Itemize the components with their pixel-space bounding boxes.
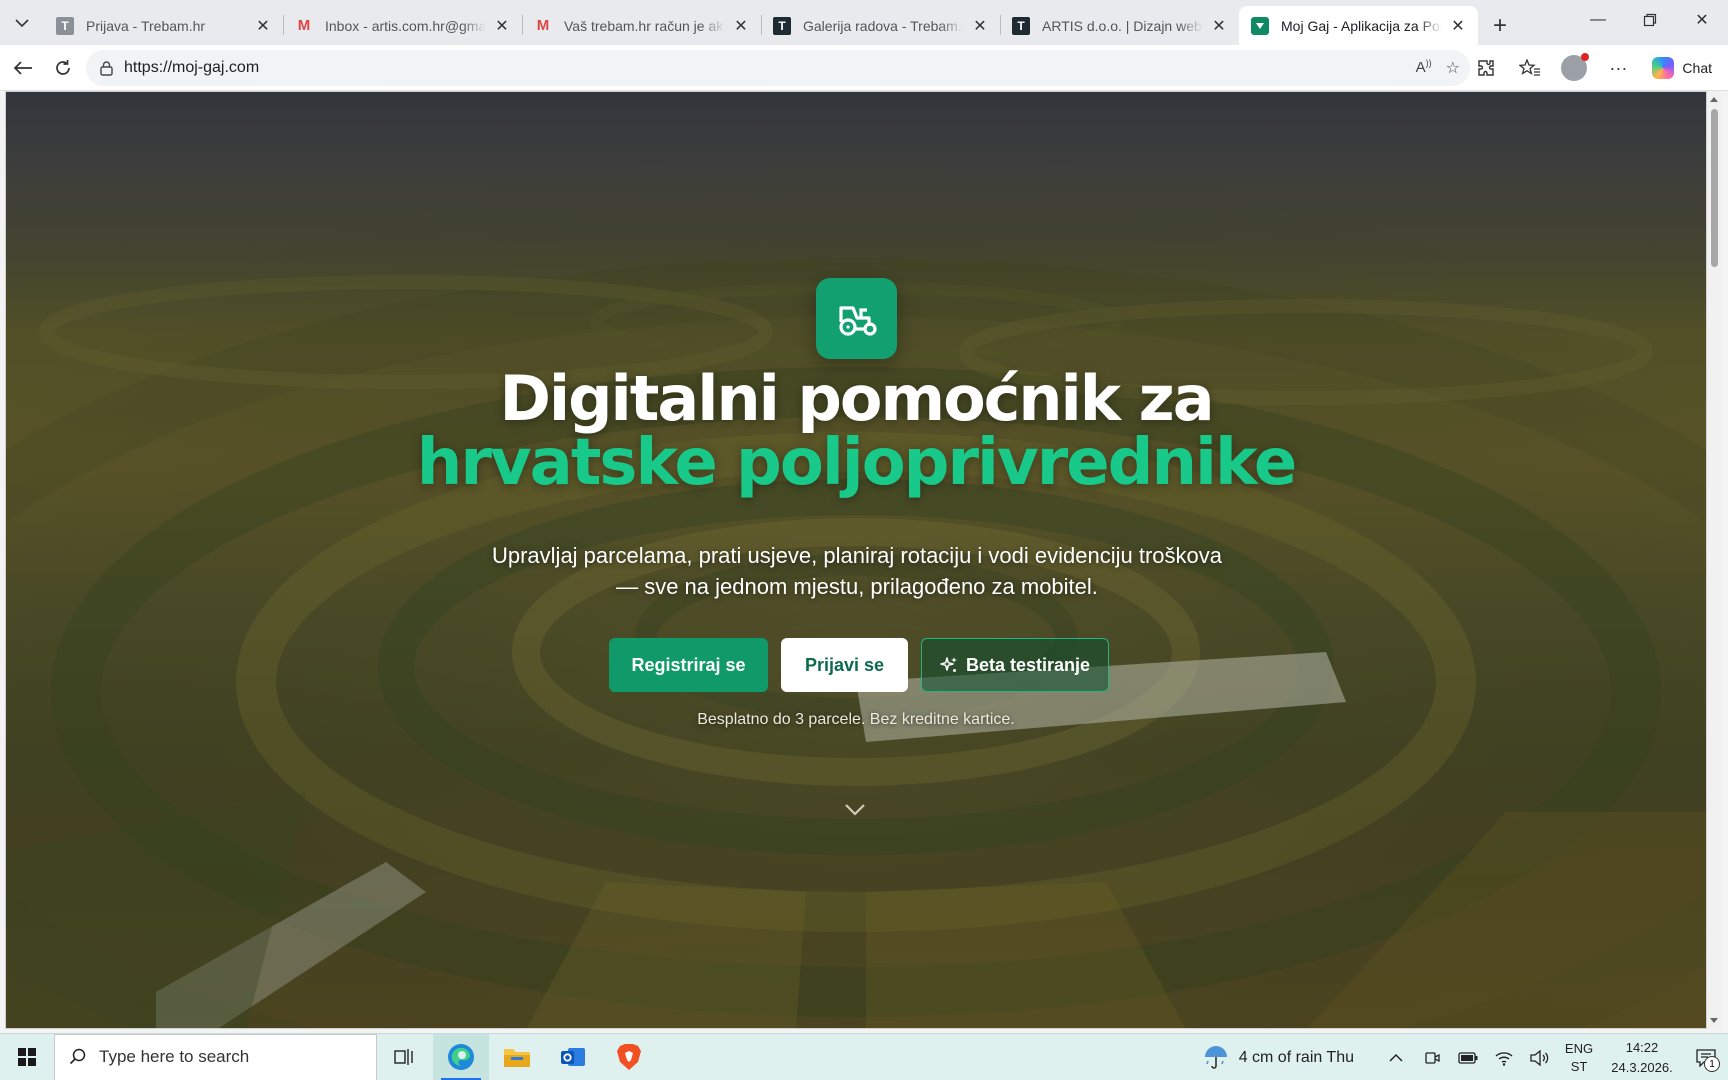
hero-subtitle: Upravljaj parcelama, prati usjeve, plani… [436,540,1278,602]
scroll-down-chevron-icon[interactable] [840,799,870,819]
browser-tab[interactable]: T Prijava - Trebam.hr ✕ [44,6,283,45]
sparkles-icon [940,657,957,672]
beta-testing-button[interactable]: Beta testiranje [921,638,1109,692]
battery-icon[interactable] [1450,1034,1486,1080]
scroll-down-arrow-icon[interactable] [1710,1018,1718,1023]
mojgaj-icon [1251,16,1269,35]
new-tab-button[interactable]: + [1478,6,1522,45]
chevron-down-icon [15,18,29,27]
profile-button[interactable] [1554,50,1594,86]
browser-tab[interactable]: M Inbox - artis.com.hr@gmail.com ✕ [283,6,522,45]
login-button[interactable]: Prijavi se [781,638,908,692]
edge-taskbar-icon[interactable] [433,1033,489,1080]
scroll-up-arrow-icon[interactable] [1710,97,1718,102]
meet-now-icon[interactable] [1414,1034,1450,1080]
favorites-icon[interactable] [1510,50,1550,86]
avatar [1561,53,1590,81]
register-button[interactable]: Registriraj se [609,638,768,692]
refresh-button[interactable] [43,50,83,86]
search-icon [69,1048,86,1065]
chat-label: Chat [1682,60,1712,76]
trebam-icon: T [1012,16,1030,35]
close-icon[interactable]: ✕ [970,16,990,36]
scrollbar-thumb[interactable] [1711,109,1718,267]
gmail-icon: M [297,17,311,34]
volume-icon[interactable] [1522,1034,1558,1080]
taskbar-search-box[interactable]: Type here to search [54,1033,377,1080]
tab-title: Vaš trebam.hr račun je aktiviran [564,17,725,34]
close-icon[interactable]: ✕ [1448,16,1468,36]
lock-icon[interactable] [96,58,116,78]
refresh-icon [56,59,70,75]
task-view-icon[interactable] [377,1034,433,1080]
tractor-logo-icon [816,278,897,359]
copilot-chat-button[interactable]: Chat [1642,51,1722,85]
back-arrow-icon [13,60,32,75]
browser-tab-active[interactable]: Moj Gaj - Aplikacija za Poljoprivrednike… [1239,6,1478,45]
extensions-icon[interactable] [1466,50,1506,86]
rain-umbrella-icon [1204,1045,1227,1069]
page-viewport: Digitalni pomoćnik za hrvatske poljopriv… [5,91,1707,1029]
free-tier-note: Besplatno do 3 parcele. Bez kreditne kar… [697,711,1015,728]
hero-section: Digitalni pomoćnik za hrvatske poljopriv… [6,92,1706,1028]
browser-tab[interactable]: M Vaš trebam.hr račun je aktiviran ✕ [522,6,761,45]
beta-testing-label: Beta testiranje [965,654,1091,675]
favorite-star-icon[interactable]: ☆ [1446,58,1460,78]
address-bar[interactable]: https://moj-gaj.com A)) ☆ [86,50,1470,86]
brave-browser-icon[interactable] [601,1034,657,1080]
read-aloud-icon[interactable]: A)) [1416,58,1432,78]
tab-title: Inbox - artis.com.hr@gmail.com [325,17,486,34]
clock[interactable]: 14:22 24.3.2026. [1600,1038,1684,1078]
input-language-indicator[interactable]: ENG ST [1558,1040,1600,1076]
tab-title: ARTIS d.o.o. | Dizajn web stranica [1042,17,1203,34]
close-icon[interactable]: ✕ [253,16,273,36]
notification-center-button[interactable]: 1 [1684,1034,1728,1080]
hero-headline-accent: hrvatske poljoprivrednike [416,426,1297,500]
back-button[interactable] [3,50,43,86]
tab-actions-menu-button[interactable] [0,0,44,45]
browser-toolbar: https://moj-gaj.com A)) ☆ ··· Chat [0,45,1728,91]
windows-logo-icon [18,1048,36,1066]
hero-subtitle-line: Upravljaj parcelama, prati usjeve, plani… [491,543,1222,568]
close-icon[interactable]: ✕ [492,16,512,36]
wifi-icon[interactable] [1486,1034,1522,1080]
file-explorer-icon[interactable] [489,1034,545,1080]
notification-count-badge: 1 [1704,1056,1720,1072]
language-code: ENG [1564,1040,1594,1056]
search-placeholder: Type here to search [99,1047,250,1066]
close-window-button[interactable]: ✕ [1676,0,1728,40]
copilot-icon [1652,57,1675,79]
page-scrollbar[interactable] [1707,91,1721,1029]
url-text[interactable]: https://moj-gaj.com [124,59,1416,77]
windows-taskbar: Type here to search 4 cm of rain Thu ENG… [0,1033,1728,1080]
system-tray: 4 cm of rain Thu ENG ST 14:22 24.3.2026.… [1203,1034,1728,1080]
restore-icon [1643,13,1657,27]
weather-widget[interactable]: 4 cm of rain Thu [1203,1045,1354,1071]
browser-tab[interactable]: T Galerija radova - Trebam.hr ✕ [761,6,1000,45]
weather-text: 4 cm of rain Thu [1238,1048,1354,1066]
tab-strip: T Prijava - Trebam.hr ✕ M Inbox - artis.… [0,0,1728,45]
trebam-icon: T [56,16,74,35]
clock-time: 14:22 [1625,1039,1659,1055]
restore-button[interactable] [1624,0,1676,40]
show-hidden-icons-chevron-up-icon[interactable] [1378,1034,1414,1080]
hero-headline: Digitalni pomoćnik za [499,362,1214,435]
minimize-button[interactable]: — [1572,0,1624,40]
settings-more-icon[interactable]: ··· [1598,50,1638,86]
gmail-icon: M [536,17,550,34]
start-button[interactable] [0,1034,54,1080]
browser-tab[interactable]: T ARTIS d.o.o. | Dizajn web stranica ✕ [1000,6,1239,45]
tab-title: Moj Gaj - Aplikacija za Poljoprivrednike [1281,17,1442,34]
keyboard-layout: ST [1570,1058,1588,1074]
tab-title: Prijava - Trebam.hr [86,17,206,34]
close-icon[interactable]: ✕ [1209,16,1229,36]
outlook-icon[interactable] [545,1034,601,1080]
tab-title: Galerija radova - Trebam.hr [803,17,964,34]
hero-subtitle-line: — sve na jednom mjestu, prilagođeno za m… [616,574,1098,599]
window-controls: — ✕ [1572,0,1728,40]
close-icon[interactable]: ✕ [731,16,751,36]
clock-date: 24.3.2026. [1611,1059,1673,1075]
trebam-icon: T [773,16,791,35]
